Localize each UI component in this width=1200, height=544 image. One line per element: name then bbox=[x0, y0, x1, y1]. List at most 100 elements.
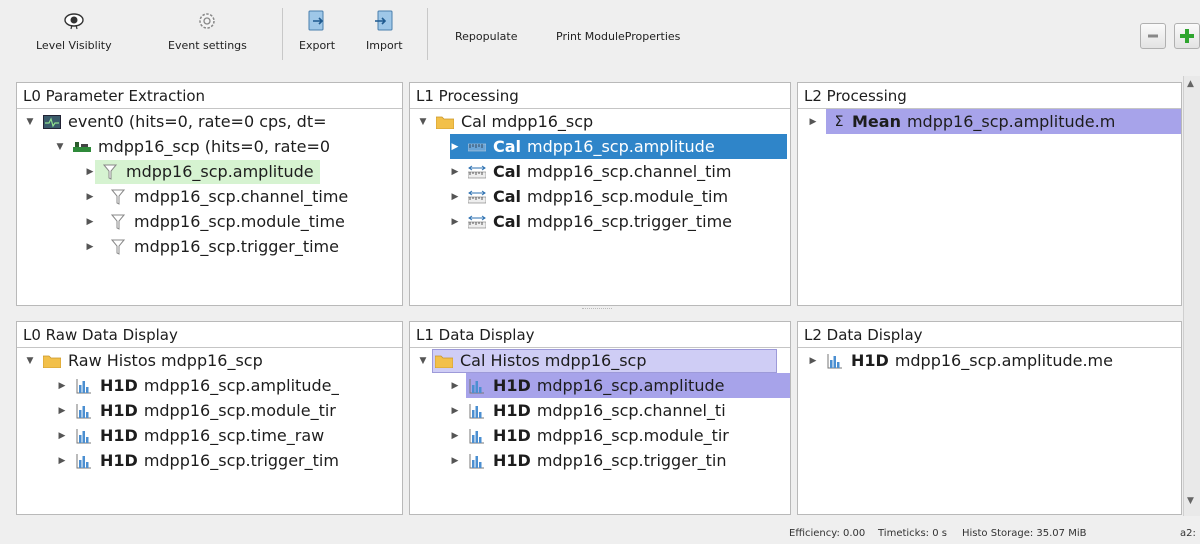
tree-item-parameter[interactable]: ▶ mdpp16_scp.channel_time bbox=[17, 184, 402, 209]
splitter-handle[interactable] bbox=[582, 308, 612, 312]
tree-view: ▼ Cal mdpp16_scp ▶ Cal mdpp16_scp.amplit… bbox=[410, 109, 790, 234]
tree-view: ▼ event0 (hits=0, rate=0 cps, dt= ▼ mdpp… bbox=[17, 109, 402, 259]
collapse-arrow-icon[interactable]: ▶ bbox=[450, 431, 460, 441]
collapse-arrow-icon[interactable]: ▶ bbox=[450, 406, 460, 416]
expand-arrow-icon[interactable]: ▼ bbox=[25, 356, 35, 366]
collapse-arrow-icon[interactable]: ▶ bbox=[57, 381, 67, 391]
tree-item-module[interactable]: ▼ mdpp16_scp (hits=0, rate=0 bbox=[17, 134, 402, 159]
zoom-in-button[interactable] bbox=[1174, 23, 1200, 49]
tree-item-histogram[interactable]: ▶ H1D mdpp16_scp.module_tir bbox=[410, 423, 790, 448]
tree-item-parameter[interactable]: ▶ mdpp16_scp.module_time bbox=[17, 209, 402, 234]
collapse-arrow-icon[interactable]: ▶ bbox=[57, 431, 67, 441]
tree-item-histogram[interactable]: ▶ H1D mdpp16_scp.amplitude.me bbox=[798, 348, 1181, 373]
event-settings-button[interactable]: Event settings bbox=[168, 10, 247, 62]
filter-icon bbox=[109, 213, 127, 231]
tree-item-calibration[interactable]: ▶ Cal mdpp16_scp.module_tim bbox=[410, 184, 790, 209]
plus-icon bbox=[1180, 29, 1194, 43]
module-board-icon bbox=[73, 138, 91, 156]
collapse-arrow-icon[interactable]: ▶ bbox=[450, 142, 460, 152]
efficiency-status: Efficiency: 0.00 bbox=[789, 528, 866, 539]
repopulate-button[interactable]: Repopulate bbox=[455, 30, 517, 43]
scroll-up-arrow-icon[interactable]: ▲ bbox=[1187, 79, 1194, 89]
panel-title: L0 Raw Data Display bbox=[17, 322, 402, 348]
expand-arrow-icon[interactable]: ▼ bbox=[418, 356, 428, 366]
scroll-down-arrow-icon[interactable]: ▼ bbox=[1187, 496, 1194, 506]
tree-item-folder[interactable]: ▼ Cal Histos mdpp16_scp bbox=[410, 348, 790, 373]
folder-icon bbox=[435, 352, 453, 370]
panel-title: L1 Processing bbox=[410, 83, 790, 109]
collapse-arrow-icon[interactable]: ▶ bbox=[85, 242, 95, 252]
tree-item-expression[interactable]: ▶ Σ Mean mdpp16_scp.amplitude.m bbox=[798, 109, 1181, 134]
calibration-icon bbox=[468, 163, 486, 181]
tree-view: ▶ H1D mdpp16_scp.amplitude.me bbox=[798, 348, 1181, 373]
panel-title: L0 Parameter Extraction bbox=[17, 83, 402, 109]
selected-item-highlight: mdpp16_scp.amplitude bbox=[95, 159, 320, 184]
tree-view: ▼ Raw Histos mdpp16_scp ▶ H1D mdpp16_scp… bbox=[17, 348, 402, 473]
collapse-arrow-icon[interactable]: ▶ bbox=[450, 192, 460, 202]
gear-icon bbox=[196, 10, 218, 32]
collapse-arrow-icon[interactable]: ▶ bbox=[450, 167, 460, 177]
export-label: Export bbox=[299, 39, 336, 52]
collapse-arrow-icon[interactable]: ▶ bbox=[57, 456, 67, 466]
filter-icon bbox=[109, 188, 127, 206]
vertical-scrollbar[interactable]: ▲ ▼ bbox=[1183, 76, 1200, 516]
tree-item-parameter[interactable]: ▶ mdpp16_scp.amplitude bbox=[17, 159, 402, 184]
panel-l0-raw-data-display: L0 Raw Data Display ▼ Raw Histos mdpp16_… bbox=[16, 321, 403, 515]
tree-item-histogram[interactable]: ▶ H1D mdpp16_scp.time_raw bbox=[17, 423, 402, 448]
status-bar: Efficiency: 0.00 Timeticks: 0 s Histo St… bbox=[0, 522, 1200, 544]
expand-arrow-icon[interactable]: ▼ bbox=[418, 117, 428, 127]
tree-item-histogram[interactable]: ▶ H1D mdpp16_scp.module_tir bbox=[17, 398, 402, 423]
histogram-icon bbox=[75, 377, 93, 395]
collapse-arrow-icon[interactable]: ▶ bbox=[450, 456, 460, 466]
collapse-arrow-icon[interactable]: ▶ bbox=[85, 192, 95, 202]
import-button[interactable]: Import bbox=[366, 10, 403, 62]
collapse-arrow-icon[interactable]: ▶ bbox=[808, 117, 818, 127]
folder-icon bbox=[436, 113, 454, 131]
tree-item-histogram[interactable]: ▶ H1D mdpp16_scp.trigger_tim bbox=[17, 448, 402, 473]
filter-icon bbox=[109, 238, 127, 256]
print-module-properties-button[interactable]: Print ModuleProperties bbox=[556, 30, 680, 43]
histogram-icon bbox=[75, 402, 93, 420]
collapse-arrow-icon[interactable]: ▶ bbox=[85, 167, 95, 177]
panel-title: L1 Data Display bbox=[410, 322, 790, 348]
zoom-out-button[interactable] bbox=[1140, 23, 1166, 49]
collapse-arrow-icon[interactable]: ▶ bbox=[450, 217, 460, 227]
tree-item-histogram[interactable]: ▶ H1D mdpp16_scp.amplitude bbox=[410, 373, 790, 398]
collapse-arrow-icon[interactable]: ▶ bbox=[85, 217, 95, 227]
level-visibility-button[interactable]: Level Visiblity bbox=[36, 10, 112, 62]
panel-title: L2 Data Display bbox=[798, 322, 1181, 348]
panel-l0-parameter-extraction: L0 Parameter Extraction ▼ event0 (hits=0… bbox=[16, 82, 403, 306]
panel-l2-data-display: L2 Data Display ▶ H1D mdpp16_scp.amplitu… bbox=[797, 321, 1182, 515]
toolbar-separator bbox=[427, 8, 428, 60]
panel-l1-processing: L1 Processing ▼ Cal mdpp16_scp ▶ Cal mdp… bbox=[409, 82, 791, 306]
tree-view: ▶ Σ Mean mdpp16_scp.amplitude.m bbox=[798, 109, 1181, 134]
tree-item-calibration[interactable]: ▶ Cal mdpp16_scp.trigger_time bbox=[410, 209, 790, 234]
event-icon bbox=[43, 113, 61, 131]
histogram-icon bbox=[826, 352, 844, 370]
collapse-arrow-icon[interactable]: ▶ bbox=[57, 406, 67, 416]
calibration-icon bbox=[468, 213, 486, 231]
expand-arrow-icon[interactable]: ▼ bbox=[25, 117, 35, 127]
histogram-icon bbox=[468, 377, 486, 395]
tree-item-calibration[interactable]: ▶ Cal mdpp16_scp.channel_tim bbox=[410, 159, 790, 184]
tree-item-folder[interactable]: ▼ Cal mdpp16_scp bbox=[410, 109, 790, 134]
histogram-icon bbox=[468, 452, 486, 470]
tree-item-event[interactable]: ▼ event0 (hits=0, rate=0 cps, dt= bbox=[17, 109, 402, 134]
tree-item-histogram[interactable]: ▶ H1D mdpp16_scp.amplitude_ bbox=[17, 373, 402, 398]
collapse-arrow-icon[interactable]: ▶ bbox=[450, 381, 460, 391]
collapse-arrow-icon[interactable]: ▶ bbox=[808, 356, 818, 366]
tree-item-calibration[interactable]: ▶ Cal mdpp16_scp.amplitude bbox=[410, 134, 790, 159]
expand-arrow-icon[interactable]: ▼ bbox=[55, 142, 65, 152]
level-visibility-label: Level Visiblity bbox=[36, 39, 112, 52]
histogram-icon bbox=[75, 427, 93, 445]
histo-storage-status: Histo Storage: 35.07 MiB bbox=[962, 528, 1087, 539]
tree-item-histogram[interactable]: ▶ H1D mdpp16_scp.trigger_tin bbox=[410, 448, 790, 473]
export-button[interactable]: Export bbox=[299, 10, 335, 62]
panel-l2-processing: L2 Processing ▶ Σ Mean mdpp16_scp.amplit… bbox=[797, 82, 1182, 306]
tree-item-parameter[interactable]: ▶ mdpp16_scp.trigger_time bbox=[17, 234, 402, 259]
histogram-icon bbox=[75, 452, 93, 470]
tree-item-folder[interactable]: ▼ Raw Histos mdpp16_scp bbox=[17, 348, 402, 373]
folder-icon bbox=[43, 352, 61, 370]
selected-item-highlight: H1D mdpp16_scp.amplitude bbox=[466, 373, 790, 398]
tree-item-histogram[interactable]: ▶ H1D mdpp16_scp.channel_ti bbox=[410, 398, 790, 423]
